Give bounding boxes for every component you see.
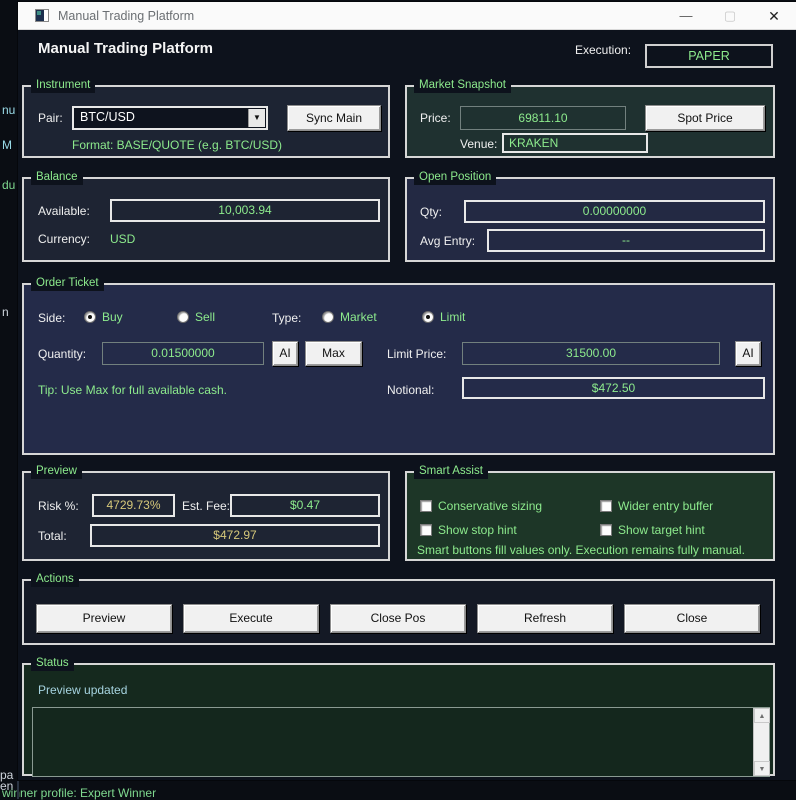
show-target-hint-label: Show target hint bbox=[618, 523, 705, 537]
actions-group: Actions Preview Execute Close Pos Refres… bbox=[22, 572, 775, 645]
price-value: 69811.10 bbox=[460, 106, 626, 130]
status-group: Status Preview updated ▲ ▼ bbox=[22, 656, 775, 777]
close-button[interactable]: ✕ bbox=[752, 2, 796, 30]
limit-price-label: Limit Price: bbox=[387, 347, 447, 361]
type-label: Type: bbox=[272, 311, 302, 325]
open-position-group: Open Position Qty: 0.00000000 Avg Entry:… bbox=[405, 170, 775, 262]
preview-group: Preview Risk %: 4729.73% Est. Fee: $0.47… bbox=[22, 464, 390, 561]
radio-icon bbox=[177, 311, 189, 323]
pair-format-hint: Format: BASE/QUOTE (e.g. BTC/USD) bbox=[72, 138, 283, 152]
background-text-fragment: pa bbox=[0, 768, 14, 782]
limit-price-input[interactable]: 31500.00 bbox=[462, 342, 720, 365]
checkbox-icon bbox=[600, 524, 612, 536]
side-label: Side: bbox=[38, 311, 66, 325]
dropdown-arrow-icon[interactable]: ▼ bbox=[248, 109, 265, 127]
venue-input[interactable]: KRAKEN bbox=[502, 133, 648, 153]
qty-label: Qty: bbox=[420, 205, 443, 219]
close-pos-button[interactable]: Close Pos bbox=[330, 604, 466, 633]
background-text-fragment: M bbox=[2, 138, 12, 152]
background-status-text: winner profile: Expert Winner bbox=[2, 786, 157, 800]
background-text-fragment: du bbox=[2, 178, 16, 192]
order-ticket-group-title: Order Ticket bbox=[31, 276, 104, 291]
actions-group-title: Actions bbox=[31, 572, 79, 587]
window-title: Manual Trading Platform bbox=[58, 9, 195, 23]
background-text-fragment: n bbox=[2, 305, 9, 319]
market-radio-label: Market bbox=[340, 310, 377, 324]
instrument-group-title: Instrument bbox=[31, 78, 96, 93]
price-label: Price: bbox=[420, 111, 451, 125]
quantity-input[interactable]: 0.01500000 bbox=[102, 342, 264, 365]
smart-assist-group: Smart Assist Conservative sizing Wider e… bbox=[405, 464, 775, 561]
status-message: Preview updated bbox=[38, 683, 128, 697]
notional-value: $472.50 bbox=[462, 377, 765, 399]
pair-dropdown[interactable]: BTC/USD ▼ bbox=[72, 106, 268, 130]
page-title: Manual Trading Platform bbox=[38, 40, 214, 57]
spot-price-button[interactable]: Spot Price bbox=[645, 105, 765, 131]
execute-button[interactable]: Execute bbox=[183, 604, 319, 633]
instrument-group: Instrument Pair: BTC/USD ▼ Sync Main For… bbox=[22, 78, 390, 158]
est-fee-value: $0.47 bbox=[230, 494, 380, 517]
smart-assist-note: Smart buttons fill values only. Executio… bbox=[417, 543, 745, 557]
venue-label: Venue: bbox=[460, 137, 498, 151]
avg-entry-label: Avg Entry: bbox=[420, 234, 476, 248]
currency-value: USD bbox=[110, 232, 136, 246]
total-label: Total: bbox=[38, 529, 67, 543]
position-qty-value: 0.00000000 bbox=[464, 200, 765, 223]
scroll-down-icon[interactable]: ▼ bbox=[754, 761, 770, 776]
open-position-group-title: Open Position bbox=[414, 170, 497, 185]
max-tip-text: Tip: Use Max for full available cash. bbox=[38, 383, 227, 397]
execution-mode-value: PAPER bbox=[645, 44, 773, 68]
checkbox-icon bbox=[420, 524, 432, 536]
conservative-sizing-label: Conservative sizing bbox=[438, 499, 543, 513]
background-text-fragment: nu bbox=[2, 103, 16, 117]
risk-value: 4729.73% bbox=[92, 494, 175, 517]
total-value: $472.97 bbox=[90, 524, 380, 547]
limit-radio-label: Limit bbox=[440, 310, 466, 324]
radio-selected-icon bbox=[422, 311, 434, 323]
radio-icon bbox=[322, 311, 334, 323]
quantity-label: Quantity: bbox=[38, 347, 87, 361]
sell-radio-label: Sell bbox=[195, 310, 216, 324]
manual-trading-dialog: Manual Trading Platform — ▢ ✕ Manual Tra… bbox=[18, 2, 796, 780]
scroll-up-icon[interactable]: ▲ bbox=[754, 708, 770, 723]
checkbox-icon bbox=[600, 500, 612, 512]
available-value: 10,003.94 bbox=[110, 199, 380, 222]
balance-group: Balance Available: 10,003.94 Currency: U… bbox=[22, 170, 390, 262]
preview-button[interactable]: Preview bbox=[36, 604, 172, 633]
ai-limit-price-button[interactable]: AI bbox=[735, 341, 761, 366]
currency-label: Currency: bbox=[38, 232, 91, 246]
wider-entry-buffer-label: Wider entry buffer bbox=[618, 499, 714, 513]
available-label: Available: bbox=[38, 204, 90, 218]
buy-radio-label: Buy bbox=[102, 310, 123, 324]
pair-dropdown-value: BTC/USD bbox=[80, 110, 135, 124]
execution-label: Execution: bbox=[575, 43, 632, 57]
market-snapshot-group: Market Snapshot Price: 69811.10 Spot Pri… bbox=[405, 78, 775, 158]
checkbox-icon bbox=[420, 500, 432, 512]
radio-selected-icon bbox=[84, 311, 96, 323]
maximize-button[interactable]: ▢ bbox=[708, 2, 752, 30]
avg-entry-value: -- bbox=[487, 229, 765, 252]
pair-label: Pair: bbox=[38, 111, 63, 125]
order-ticket-group: Order Ticket Side: Buy Sell Type: Market… bbox=[22, 276, 775, 455]
est-fee-label: Est. Fee: bbox=[182, 499, 231, 513]
refresh-button[interactable]: Refresh bbox=[477, 604, 613, 633]
ai-quantity-button[interactable]: AI bbox=[272, 341, 298, 366]
risk-label: Risk %: bbox=[38, 499, 79, 513]
status-group-title: Status bbox=[31, 656, 74, 671]
close-action-button[interactable]: Close bbox=[624, 604, 760, 633]
app-icon bbox=[35, 9, 49, 22]
max-button[interactable]: Max bbox=[305, 341, 362, 366]
scrollbar[interactable]: ▲ ▼ bbox=[753, 708, 770, 776]
show-stop-hint-label: Show stop hint bbox=[438, 523, 517, 537]
smart-assist-group-title: Smart Assist bbox=[414, 464, 488, 479]
preview-group-title: Preview bbox=[31, 464, 82, 479]
minimize-button[interactable]: — bbox=[664, 2, 708, 30]
notional-label: Notional: bbox=[387, 383, 435, 397]
balance-group-title: Balance bbox=[31, 170, 83, 185]
title-bar[interactable]: Manual Trading Platform — ▢ ✕ bbox=[18, 2, 796, 30]
market-snapshot-group-title: Market Snapshot bbox=[414, 78, 511, 93]
sync-main-button[interactable]: Sync Main bbox=[287, 105, 381, 131]
status-log-textarea[interactable]: ▲ ▼ bbox=[32, 707, 770, 777]
